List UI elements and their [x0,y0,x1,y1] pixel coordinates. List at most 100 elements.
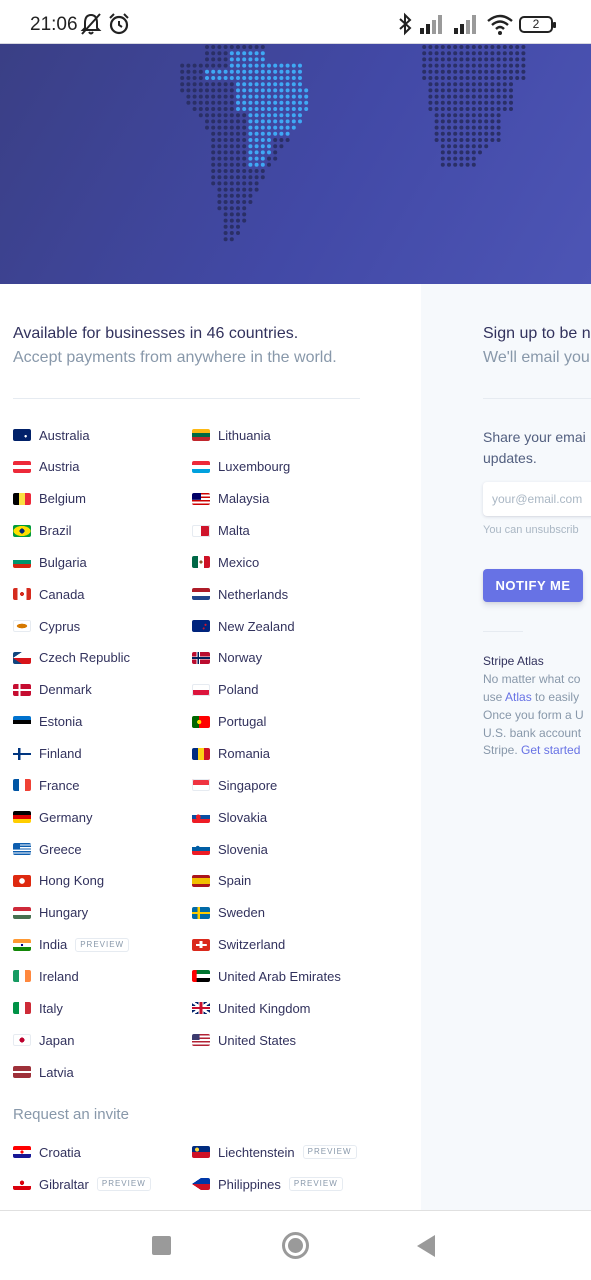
email-input[interactable] [483,482,591,516]
map-dot [229,63,234,68]
philippines-flag-icon [192,1178,210,1190]
home-circle-icon[interactable] [282,1232,309,1259]
map-dot [298,107,302,111]
map-dot [434,100,439,105]
map-dot [440,45,445,49]
map-dot [471,94,476,99]
map-dot [459,162,464,167]
country-item: Mexico [192,553,259,571]
map-dot [236,150,240,155]
map-dot [242,125,247,130]
map-dot [217,206,222,211]
notify-me-button[interactable]: NOTIFY ME [483,569,583,602]
map-dot [248,187,253,192]
atlas-divider [483,631,523,632]
hong-kong-flag-icon [13,874,31,887]
atlas-title: Stripe Atlas [483,654,544,668]
map-dot [217,144,222,149]
map-dot [236,156,240,161]
country-name: Romania [218,746,271,761]
map-dot [298,69,302,74]
map-dot [223,69,228,74]
map-dot [211,51,216,56]
map-dot [217,138,222,142]
map-dot [291,69,296,74]
map-dot [273,94,278,99]
battery-icon: 2 [519,16,556,33]
map-dot [223,76,228,80]
map-dot [459,131,464,136]
map-dot [211,181,216,186]
map-dot [291,107,296,111]
recents-square-icon[interactable] [152,1236,171,1255]
map-dot [217,57,222,62]
map-dot [223,181,228,186]
map-dot [490,125,495,130]
map-dot [217,125,222,130]
map-dot [273,88,278,93]
back-triangle-icon[interactable] [417,1235,435,1257]
map-dot [459,100,464,105]
map-dot [223,138,228,142]
map-dot [205,82,209,87]
map-dot [236,76,240,80]
map-dot [478,76,482,80]
country-name: Greece [39,841,82,857]
get-started-link[interactable]: Get started [521,743,580,757]
map-dot [211,63,216,68]
map-dot [434,138,439,142]
map-dot [260,94,265,99]
map-dot [459,51,464,56]
map-dot [186,82,191,87]
map-dot [521,45,526,49]
map-dot [490,138,495,142]
map-dot [260,51,265,56]
map-dot [248,45,253,49]
india-flag-icon [13,938,31,951]
map-dot [285,88,290,93]
alarm-icon [109,13,129,35]
map-dot [291,125,296,130]
country-item: Spain [192,872,251,890]
atlas-link[interactable]: Atlas [505,690,532,704]
map-dot [279,82,284,87]
map-dot [471,69,476,74]
map-dot [465,57,470,62]
map-dot [223,57,228,62]
map-dot [223,51,228,56]
map-dot [254,138,259,142]
map-dot [447,107,451,111]
map-dot [205,107,209,111]
map-dot [447,82,451,87]
map-dot [478,125,482,130]
map-dot [298,113,302,118]
map-dot [471,57,476,62]
map-dot [267,100,271,105]
switzerland-flag-icon [192,938,210,951]
map-dot [447,45,451,49]
map-dot [515,69,520,74]
map-dot [211,150,216,155]
map-dot [291,76,296,80]
map-dot [285,119,290,124]
country-item: Australia [13,426,90,444]
country-name: Norway [218,650,263,666]
map-dot [229,107,234,111]
map-dot [242,206,247,211]
map-dot [471,45,476,49]
map-dot [273,69,278,74]
map-dot [273,144,278,149]
map-dot [229,144,234,149]
map-dot [248,51,253,56]
map-dot [453,150,458,155]
map-dot [254,187,259,192]
map-dot [229,119,234,124]
country-name: Liechtenstein [218,1144,295,1160]
atlas-line-5-text: Stripe. [483,743,522,757]
map-dot [267,125,271,130]
map-dot [484,119,489,124]
map-dot [254,82,259,87]
map-dot [192,94,197,99]
mexico-flag-icon [192,556,210,569]
country-name: Belgium [39,491,86,507]
